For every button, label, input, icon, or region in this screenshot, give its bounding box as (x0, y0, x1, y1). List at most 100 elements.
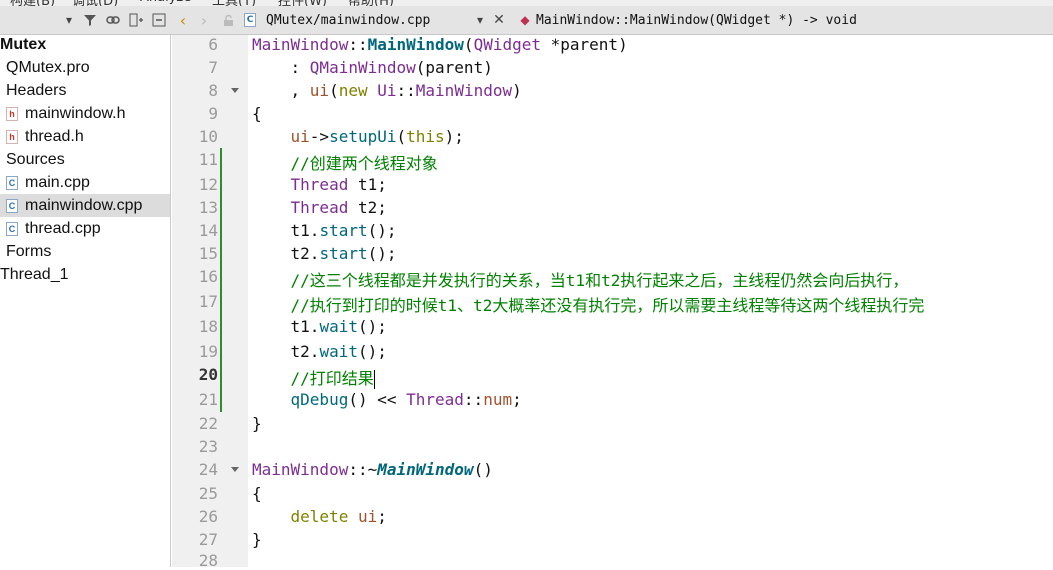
code-token: :: (348, 35, 368, 54)
chevron-down-icon[interactable]: ▾ (62, 9, 76, 31)
code-token: { (252, 484, 262, 503)
code-line[interactable]: } (252, 414, 262, 433)
line-number: 9 (208, 104, 218, 123)
arrow-left-icon[interactable]: ‹ (176, 9, 190, 31)
code-comment: //执行到打印的时候t1、t2大概率还没有执行完，所以需要主线程等待这两个线程执… (290, 296, 925, 315)
code-token: MainWindow (252, 460, 349, 479)
tree-item[interactable]: Thread_1 (0, 263, 170, 286)
code-token: num (483, 390, 513, 409)
code-token: (); (357, 317, 387, 336)
code-token: ( (329, 81, 339, 100)
code-token: , (252, 81, 310, 100)
code-token: (parent) (415, 58, 493, 77)
code-line[interactable]: //打印结果 (252, 365, 375, 389)
tree-item[interactable]: Forms (0, 240, 170, 263)
line-number: 18 (198, 317, 218, 336)
code-line[interactable]: } (252, 530, 262, 549)
code-token: MainWindow (367, 35, 464, 54)
code-comment: //打印结果 (290, 369, 374, 388)
tree-item[interactable]: Cmain.cpp (0, 171, 170, 194)
code-token: t2. (252, 342, 320, 361)
code-line[interactable]: Thread t1; (252, 175, 387, 194)
code-line[interactable]: , ui(new Ui::MainWindow) (252, 81, 522, 100)
code-token: qDebug (290, 390, 349, 409)
code-token: t1. (252, 317, 320, 336)
code-line[interactable]: delete ui; (252, 507, 387, 526)
code-editor[interactable]: MainWindow::MainWindow(QWidget *parent) … (252, 35, 1053, 567)
tree-item[interactable]: Cmainwindow.cpp (0, 194, 170, 217)
split-icon[interactable] (127, 9, 145, 31)
line-number: 23 (198, 437, 218, 456)
code-token: (); (357, 342, 387, 361)
code-line[interactable]: t1.wait(); (252, 317, 387, 336)
code-token: ); (444, 127, 464, 146)
code-line[interactable]: MainWindow::MainWindow(QWidget *parent) (252, 35, 628, 54)
tree-item[interactable]: Headers (0, 79, 170, 102)
tree-item-label: mainwindow.h (25, 104, 126, 122)
code-line[interactable]: qDebug() << Thread::num; (252, 390, 522, 409)
line-number: 14 (198, 221, 218, 240)
tree-item[interactable]: Cthread.cpp (0, 217, 170, 240)
menu-item[interactable]: Analyze (140, 0, 191, 5)
arrow-right-icon[interactable]: › (197, 9, 211, 31)
tree-item-label: main.cpp (25, 173, 90, 191)
code-line[interactable]: : QMainWindow(parent) (252, 58, 493, 77)
code-line[interactable]: //执行到打印的时候t1、t2大概率还没有执行完，所以需要主线程等待这两个线程执… (252, 292, 925, 316)
cpp-file-icon: C (6, 198, 18, 213)
code-line[interactable]: Thread t2; (252, 198, 387, 217)
tree-item-label: thread.cpp (25, 219, 101, 237)
code-token: ( (463, 35, 474, 54)
cpp-file-icon: C (6, 221, 18, 236)
fold-arrow-icon[interactable] (231, 88, 239, 93)
code-token: :: (463, 390, 484, 409)
fold-arrow-icon[interactable] (231, 467, 239, 472)
tree-item[interactable]: h thread.h (0, 125, 170, 148)
link-icon[interactable] (104, 9, 122, 31)
line-number: 22 (198, 414, 218, 433)
code-comment: //创建两个线程对象 (290, 154, 438, 173)
code-token: :: (396, 81, 416, 100)
code-line[interactable]: //创建两个线程对象 (252, 150, 438, 174)
code-token: wait (319, 342, 358, 361)
code-token: *parent) (541, 35, 628, 54)
filter-icon[interactable] (81, 9, 99, 31)
code-token: start (319, 244, 368, 263)
line-number: 13 (198, 198, 218, 217)
line-number: 27 (198, 530, 218, 549)
code-token: ::~ (348, 460, 378, 479)
code-line[interactable]: t1.start(); (252, 221, 397, 240)
code-token: t2. (252, 244, 320, 263)
code-token: Thread (290, 198, 349, 217)
project-tree: Mutex QMutex.pro Headers h mainwindow.h h thre… (0, 35, 171, 567)
code-line[interactable]: ui->setupUi(this); (252, 127, 464, 146)
text-cursor (373, 370, 375, 389)
tree-item[interactable]: QMutex.pro (0, 56, 170, 79)
code-line[interactable]: t2.start(); (252, 244, 397, 263)
code-line[interactable]: //这三个线程都是并发执行的关系，当t1和t2执行起来之后，主线程仍然会向后执行… (252, 267, 909, 291)
close-pane-icon[interactable] (150, 9, 168, 31)
code-line[interactable]: t2.wait(); (252, 342, 387, 361)
code-token: Thread (406, 390, 464, 409)
tree-item[interactable]: Sources (0, 148, 170, 171)
code-line[interactable]: { (252, 484, 262, 503)
tree-item[interactable]: Mutex (0, 33, 170, 56)
tree-item[interactable]: h mainwindow.h (0, 102, 170, 125)
line-number-gutter[interactable]: 6 7 8 9 10 11 12 13 14 15 16 17 18 19 20 21 22 23 24 25 26 27… (172, 35, 248, 570)
close-icon[interactable]: ✕ (492, 9, 506, 31)
code-line[interactable]: { (252, 104, 262, 123)
file-selector[interactable]: QMutex/mainwindow.cpp (266, 9, 466, 31)
current-symbol: MainWindow::MainWindow(QWidget *) -> voi… (536, 12, 857, 28)
code-token: MainWindow (252, 35, 349, 54)
chevron-down-icon[interactable]: ▾ (474, 9, 486, 31)
code-token: ui (309, 81, 330, 100)
lock-icon (221, 9, 235, 31)
code-line[interactable]: MainWindow::~MainWindow() (252, 460, 493, 479)
symbol-diamond-icon: ◆ (520, 13, 530, 27)
code-comment: //这三个线程都是并发执行的关系，当t1和t2执行起来之后，主线程仍然会向后执行… (290, 271, 909, 290)
symbol-selector[interactable]: MainWindow::MainWindow(QWidget *) -> voi… (536, 9, 1036, 31)
